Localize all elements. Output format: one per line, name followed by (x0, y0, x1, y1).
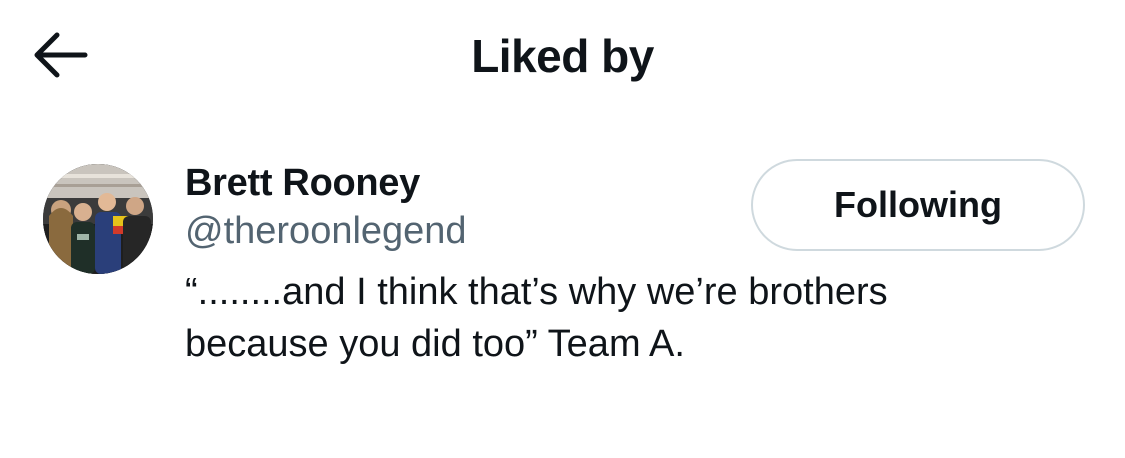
user-bio: “........and I think that’s why we’re br… (185, 271, 888, 365)
following-button[interactable]: Following (751, 159, 1085, 251)
avatar[interactable] (43, 164, 153, 274)
page-title: Liked by (471, 30, 654, 82)
group-photo-avatar (43, 164, 153, 274)
top-bar: Liked by (0, 0, 1125, 112)
user-list-item[interactable]: Brett Rooney @theroonlegend “........and… (0, 150, 1125, 400)
